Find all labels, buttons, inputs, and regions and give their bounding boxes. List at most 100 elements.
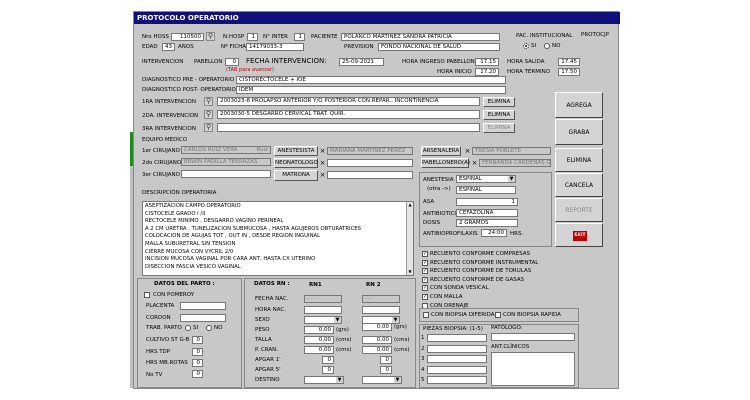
anestesia-select[interactable]: ESPINAL [456,175,516,183]
int2-field[interactable]: 2003030-5 DESGARRO CERVICAL TRAT. QUIR. [217,110,480,119]
dx-post-field[interactable]: IDEM [236,86,506,94]
pabellon-field[interactable]: 0 [225,58,239,66]
hora-inicio-field[interactable]: 17.20 [475,68,499,76]
recuento-checkbox[interactable]: ✓ [422,268,428,275]
no-tv-field[interactable]: 0 [192,370,203,378]
anestesista-field[interactable]: MARIANA MARTINEZ PEREZ [327,147,413,155]
int3-field[interactable] [217,123,480,132]
graba-button[interactable]: GRABA [555,119,603,145]
nro-hoss-field[interactable]: 110500 [171,33,204,41]
arsenalera-button[interactable]: ARSENALERA [421,146,461,156]
scroll-up-icon[interactable]: ▲ [407,202,413,208]
cirujano1-field[interactable]: CARLOS RUIZ VERA Ruiz [181,146,271,154]
rn1-sexo-dropdown-icon[interactable]: ▼ [334,317,341,323]
pieza-field[interactable] [427,334,487,342]
paciente-field[interactable]: POLANCO MARTINEZ SANDRA PATRICIA [341,33,500,41]
int3-elimina-button[interactable]: ELIMINA [483,123,515,133]
biopsia-rapida-checkbox[interactable] [495,312,501,318]
rn1-fecha-field[interactable]: - - [304,295,342,303]
rn1-apgar5-field[interactable]: 0 [322,366,334,374]
matrona-clear-icon[interactable]: × [319,171,326,179]
pac-inst-no-radio[interactable] [544,43,550,49]
pieza-field[interactable] [427,344,487,353]
n-inter-field[interactable]: 1 [294,33,305,41]
rn1-talla-field[interactable]: 0,00 [304,336,334,344]
pieza-field[interactable] [427,376,487,384]
cirujano3-field[interactable] [181,170,271,178]
matrona-field[interactable] [327,171,413,179]
descripcion-textarea[interactable]: ASEPTIZACION CAMPO OPERATORIO CISTOCELE G… [142,201,414,276]
trab-parto-no-radio[interactable] [206,325,212,331]
patologo-field[interactable] [491,333,575,341]
pabellonera-field[interactable]: FERNANDA CARDENAS GA [479,159,551,167]
anestesista-clear-icon[interactable]: × [319,147,326,155]
hora-termino-field[interactable]: 17.50 [558,68,580,76]
pac-inst-si-radio[interactable] [523,43,529,49]
rn1-peso-field[interactable]: 0,00 [304,326,334,334]
n-hosp-field[interactable]: 1 [247,33,258,41]
neonatologo-button[interactable]: NEONATOLOGO [274,158,318,168]
rn2-hora-field[interactable] [362,306,400,314]
biopsia-diferida-checkbox[interactable] [423,312,429,318]
rn1-hora-field[interactable] [304,306,342,314]
scroll-down-icon[interactable]: ▼ [407,269,413,275]
dosis-field[interactable]: 2 GRAMOS [456,219,518,227]
recuento-checkbox[interactable]: ✓ [422,285,428,292]
ant-clinicos-field[interactable] [491,352,575,386]
rn1-apgar1-field[interactable]: 0 [322,356,334,364]
exit-button[interactable]: EXIT [555,223,603,247]
pomeroy-checkbox[interactable] [144,292,150,298]
hrs-tdp-field[interactable]: 0 [192,348,203,356]
cultivo-field[interactable]: 0 [192,336,203,344]
descripcion-scrollbar[interactable]: ▲ ▼ [406,202,413,275]
rn1-pcran-field[interactable]: 0,00 [304,346,334,354]
int1-search-icon[interactable]: ⚲ [204,97,213,106]
asa-field[interactable]: 1 [456,198,518,206]
recuento-checkbox[interactable]: ✓ [422,276,428,283]
rn2-apgar5-field[interactable]: 0 [380,366,392,374]
arsenalera-clear-icon[interactable]: × [464,147,471,155]
cancela-button[interactable]: CANCELA [555,173,603,197]
trab-parto-si-radio[interactable] [185,325,191,331]
neonatologo-field[interactable] [327,159,413,167]
prevision-field[interactable]: FONDO NACIONAL DE SALUD [378,43,500,51]
edad-field[interactable]: 43 [162,43,175,51]
hrs-mb-field[interactable]: 0 [192,359,203,367]
pabellonera-button[interactable]: PABELLONERO(A) [421,158,470,168]
rn2-pcran-field[interactable]: 0,00 [362,346,392,354]
rn2-apgar1-field[interactable]: 0 [380,356,392,364]
profilaxis-field[interactable]: 24:00 [481,229,507,237]
int3-search-icon[interactable]: ⚲ [204,123,213,132]
neonatologo-clear-icon[interactable]: × [319,159,326,167]
hora-salida-field[interactable]: 17.45 [558,58,580,66]
elimina-button[interactable]: ELIMINA [555,148,603,172]
agrega-button[interactable]: AGREGA [555,92,603,118]
anestesista-button[interactable]: ANESTESISTA [274,146,318,156]
rn2-peso-field[interactable]: 0,00 [362,323,392,331]
rn2-talla-field[interactable]: 0,00 [362,336,392,344]
rn2-destino-dropdown-icon[interactable]: ▼ [394,377,401,383]
dx-pre-field[interactable]: CISTORECTOCELE + IOE [236,76,506,84]
pieza-field[interactable] [427,355,487,363]
int2-search-icon[interactable]: ⚲ [204,110,213,119]
cordon-field[interactable] [180,314,226,322]
int2-elimina-button[interactable]: ELIMINA [483,110,515,120]
anestesia-dropdown-icon[interactable]: ▼ [508,176,515,182]
placenta-field[interactable] [180,302,226,310]
rn1-destino-dropdown-icon[interactable]: ▼ [336,377,343,383]
int1-field[interactable]: 2003023-8 PROLAPSO ANTERIOR Y/O POSTERIO… [217,97,480,106]
rn2-fecha-field[interactable]: - - [362,295,400,303]
reporte-button[interactable]: REPORTE [555,198,603,222]
ficha-field[interactable]: 14179033-3 [246,43,304,51]
fecha-intervencion-field[interactable]: 25-09-2021 [339,58,384,66]
recuento-checkbox[interactable]: ✓ [422,251,428,257]
anestesia-otra-field[interactable]: ESPINAL [456,186,516,194]
recuento-checkbox[interactable]: ✓ [422,259,428,266]
int1-elimina-button[interactable]: ELIMINA [483,97,515,107]
pabellonera-clear-icon[interactable]: × [471,159,478,167]
pieza-field[interactable] [427,365,487,374]
recuento-checkbox[interactable]: ✓ [422,294,428,300]
matrona-button[interactable]: MATRONA [274,170,318,181]
search-icon[interactable]: ⚲ [206,32,215,41]
cirujano2-field[interactable]: ERWIN PADILLA TERRAZAS [181,158,271,166]
